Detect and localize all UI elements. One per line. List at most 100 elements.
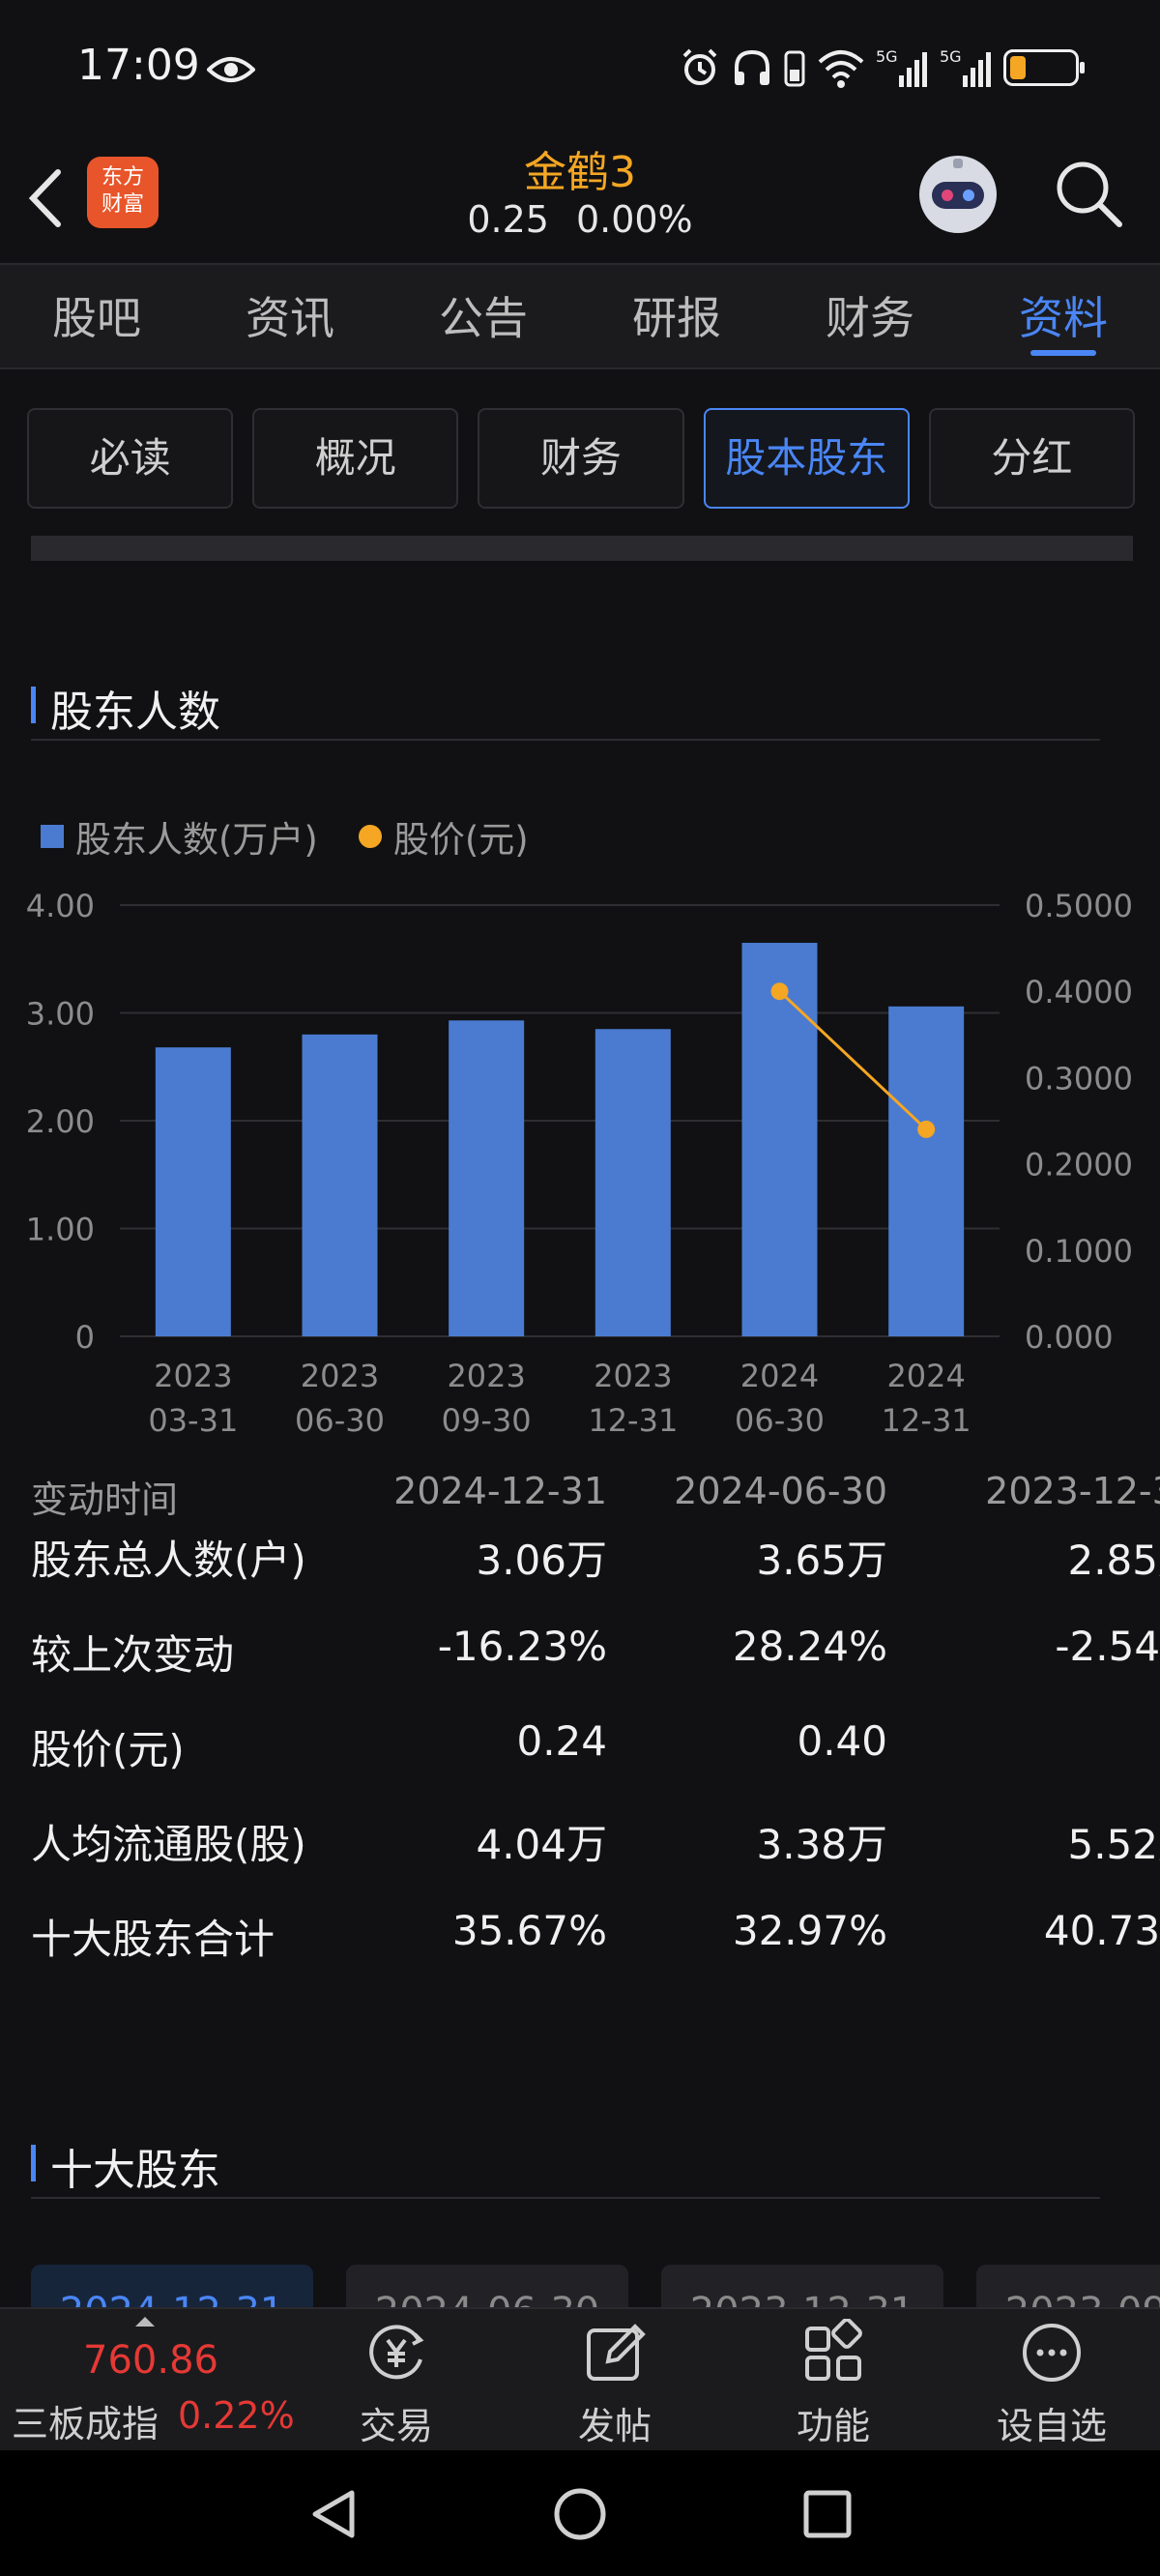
- nav-add-watchlist-button[interactable]: 设自选: [984, 2319, 1119, 2447]
- x-tick-label-date: 03-31: [148, 1402, 238, 1439]
- date-tab[interactable]: 2024-12-31: [31, 2265, 313, 2313]
- chart-bar: [155, 1047, 231, 1336]
- row-cell: 35.67%: [451, 1907, 607, 1954]
- x-tick-label-date: 09-30: [442, 1402, 532, 1439]
- nav-home-icon[interactable]: [553, 2487, 607, 2541]
- y-left-tick-label: 1.00: [26, 1212, 95, 1248]
- row-label: 股东总人数(户): [31, 1537, 306, 1584]
- table-row: 股东总人数(户) 3.06万 3.65万 2.85万: [31, 1528, 1160, 1623]
- eye-icon: [207, 57, 255, 82]
- subtab-shareholders[interactable]: 股本股东: [703, 408, 910, 509]
- y-right-tick-label: 0.000: [1025, 1319, 1114, 1356]
- x-tick-label-date: 12-31: [588, 1402, 678, 1439]
- date-tab[interactable]: 2023-12-31: [661, 2265, 943, 2313]
- signal-icon-2: 5G: [940, 47, 991, 87]
- section-holders-count: 股东人数: [31, 663, 1100, 741]
- nav-trade-button[interactable]: 交易: [329, 2319, 464, 2447]
- date-tab[interactable]: 2023-09-30: [976, 2265, 1160, 2313]
- tab-profile[interactable]: 资料: [967, 265, 1160, 367]
- status-bar: 17:09 5G 5G: [0, 0, 1160, 145]
- legend-label-holders: 股东人数(万户): [75, 819, 318, 861]
- row-cell: -2.54%: [1055, 1623, 1160, 1670]
- row-cell: 2.85万: [1067, 1537, 1160, 1584]
- system-nav-bar: [0, 2450, 1160, 2576]
- table-row: 较上次变动 -16.23% 28.24% -2.54%: [31, 1623, 1160, 1717]
- tab-news[interactable]: 资讯: [193, 265, 387, 367]
- date-tab[interactable]: 2024-06-30: [346, 2265, 628, 2313]
- price-point: [770, 982, 789, 1001]
- section-accent-bar: [31, 2145, 36, 2181]
- y-right-tick-label: 0.2000: [1025, 1147, 1133, 1184]
- row-cell: 4.04万: [476, 1821, 607, 1868]
- y-left-tick-label: 0: [75, 1319, 95, 1356]
- table-header-label: 变动时间: [31, 1478, 179, 1521]
- section-top10-holders: 十大股东: [31, 2122, 1100, 2199]
- subtab-finance[interactable]: 财务: [478, 408, 684, 509]
- y-left-tick-label: 2.00: [26, 1103, 95, 1140]
- nav-label: 设自选: [996, 2405, 1107, 2447]
- row-cell: 3.38万: [756, 1821, 887, 1868]
- network-label-1: 5G: [876, 47, 898, 66]
- apps-icon: [805, 2319, 862, 2381]
- table-row: 股价(元) 0.24 0.40 --: [31, 1717, 1160, 1812]
- index-change[interactable]: 0.22%: [178, 2394, 295, 2437]
- table-row: 十大股东合计 35.67% 32.97% 40.73%: [31, 1907, 1160, 2002]
- x-tick-label-date: 06-30: [735, 1402, 825, 1439]
- chart-bar: [741, 943, 818, 1336]
- legend-swatch-bar: [41, 825, 64, 848]
- row-cell: 3.06万: [476, 1537, 607, 1584]
- headphones-icon: [735, 49, 769, 85]
- stock-change-pct: 0.00%: [575, 198, 693, 241]
- x-tick-label-year: 2023: [594, 1358, 672, 1394]
- y-right-tick-label: 0.4000: [1025, 974, 1133, 1010]
- subtab-must-read[interactable]: 必读: [27, 408, 234, 509]
- x-tick-label-date: 06-30: [295, 1402, 385, 1439]
- nav-label: 发帖: [577, 2405, 652, 2447]
- subtab-dividends[interactable]: 分红: [928, 408, 1136, 509]
- legend-item-price[interactable]: 股价(元): [358, 810, 529, 863]
- table-header-col: 2023-12-31: [985, 1470, 1160, 1512]
- tab-announcements[interactable]: 公告: [387, 265, 580, 367]
- nav-recents-icon[interactable]: [802, 2489, 853, 2539]
- row-cell: 32.97%: [732, 1907, 887, 1954]
- alarm-icon: [682, 48, 717, 85]
- row-label: 人均流通股(股): [31, 1821, 306, 1868]
- more-icon: [1023, 2324, 1081, 2382]
- index-name[interactable]: 三板成指: [12, 2394, 159, 2447]
- holders-chart: 4.00 3.00 2.00 1.00 0 0.5000 0.4000 0.3000 0.200…: [26, 888, 1133, 1439]
- section-accent-bar: [31, 687, 36, 723]
- battery-icon: [1003, 49, 1085, 86]
- phone-battery-icon: [784, 50, 805, 87]
- nav-post-button[interactable]: 发帖: [547, 2319, 682, 2447]
- tab-research[interactable]: 研报: [580, 265, 773, 367]
- table-header-col: 2024-06-30: [674, 1470, 887, 1512]
- nav-functions-button[interactable]: 功能: [766, 2319, 901, 2447]
- section-title: 股东人数: [50, 688, 220, 737]
- signal-icon: 5G: [876, 47, 927, 87]
- tab-finance[interactable]: 财务: [773, 265, 967, 367]
- robot-assistant-icon[interactable]: [914, 151, 1001, 238]
- legend-item-holders[interactable]: 股东人数(万户): [41, 810, 318, 863]
- chart-bar: [449, 1020, 525, 1336]
- nav-back-icon[interactable]: [307, 2487, 360, 2541]
- row-cell: 28.24%: [732, 1623, 887, 1670]
- legend-swatch-dot: [358, 825, 382, 848]
- table-header-row: 变动时间 2024-12-31 2024-06-30 2023-12-31: [31, 1470, 1160, 1528]
- row-label: 十大股东合计: [31, 1916, 276, 1963]
- expand-caret-icon[interactable]: [135, 2317, 155, 2327]
- wifi-icon: [818, 50, 864, 88]
- chart-bar: [594, 1029, 671, 1336]
- x-tick-label-year: 2024: [886, 1358, 965, 1394]
- search-icon[interactable]: [1052, 157, 1125, 230]
- legend-label-price: 股价(元): [392, 819, 529, 861]
- chart-bar: [302, 1034, 378, 1336]
- row-cell: -16.23%: [437, 1623, 607, 1670]
- subtab-overview[interactable]: 概况: [252, 408, 459, 509]
- tab-guba[interactable]: 股吧: [0, 265, 193, 367]
- y-right-tick-label: 0.1000: [1025, 1233, 1133, 1270]
- row-label: 股价(元): [31, 1726, 185, 1773]
- nav-label: 功能: [796, 2405, 870, 2447]
- x-tick-label-date: 12-31: [882, 1402, 972, 1439]
- status-time: 17:09: [77, 41, 200, 90]
- index-value[interactable]: 760.86: [83, 2338, 218, 2383]
